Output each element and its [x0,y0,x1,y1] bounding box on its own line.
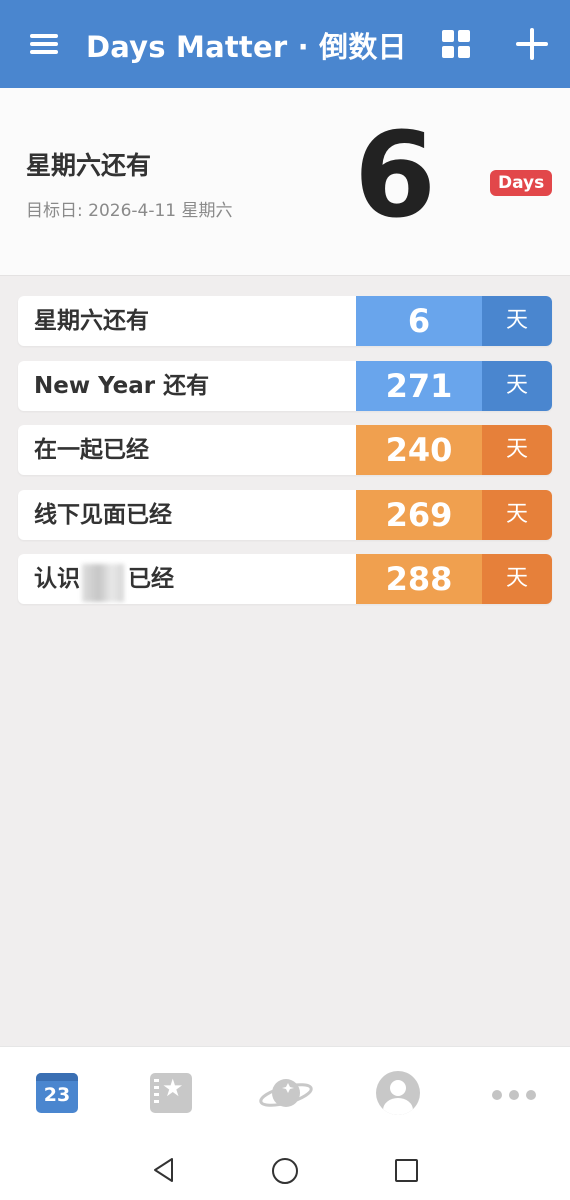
system-nav-bar [0,1140,570,1200]
calendar-day: 23 [36,1073,78,1113]
event-list: 星期六还有 6 天 New Year 还有 271 天 在一起已经 240 天 … [18,296,552,619]
home-icon[interactable] [270,1156,298,1184]
event-count: 6 [356,296,482,346]
event-unit: 天 [482,296,552,346]
event-count: 288 [356,554,482,604]
event-unit: 天 [482,489,552,540]
event-label-prefix: 认识 [34,566,80,592]
redacted-text-blur [82,564,124,602]
event-count: 240 [356,425,482,475]
event-row[interactable]: New Year 还有 271 天 [18,360,552,411]
event-label: New Year 还有 [34,372,210,399]
featured-event-target-date: 目标日: 2026-4-11 星期六 [26,201,233,221]
calendar-icon[interactable]: 23 [34,1069,82,1117]
hamburger-menu-icon[interactable] [26,28,62,60]
event-count: 271 [356,360,482,411]
featured-event-label: 星期六还有 [26,151,152,180]
add-event-button[interactable] [514,26,550,62]
more-icon[interactable] [490,1069,538,1117]
event-unit: 天 [482,554,552,604]
event-label-suffix: 已经 [128,566,174,592]
event-unit: 天 [482,360,552,411]
app-root: Days Matter · 倒数日 星期六还有 目标日: 2026-4-11 星… [0,0,570,1200]
back-icon[interactable] [150,1156,178,1184]
event-row[interactable]: 线下见面已经 269 天 [18,489,552,540]
profile-icon[interactable] [374,1069,422,1117]
recent-apps-icon[interactable] [392,1156,420,1184]
event-count: 269 [356,489,482,540]
book-star-icon[interactable]: ★ [148,1069,196,1117]
bottom-nav: 23 ★ [0,1046,570,1140]
event-unit: 天 [482,425,552,475]
event-label: 线下见面已经 [34,501,172,528]
event-label: 星期六还有 [34,308,149,334]
app-title: Days Matter · 倒数日 [86,30,407,64]
featured-event-card[interactable]: 星期六还有 目标日: 2026-4-11 星期六 6 Days [0,88,570,276]
event-row[interactable]: 认识 已经 288 天 [18,554,552,604]
days-badge: Days [490,170,553,196]
planet-icon[interactable] [258,1069,314,1117]
app-header: Days Matter · 倒数日 [0,0,570,88]
event-row[interactable]: 在一起已经 240 天 [18,425,552,475]
featured-event-count: 6 [353,106,437,244]
event-row[interactable]: 星期六还有 6 天 [18,296,552,346]
grid-icon[interactable] [440,28,472,60]
event-label: 在一起已经 [34,437,149,463]
